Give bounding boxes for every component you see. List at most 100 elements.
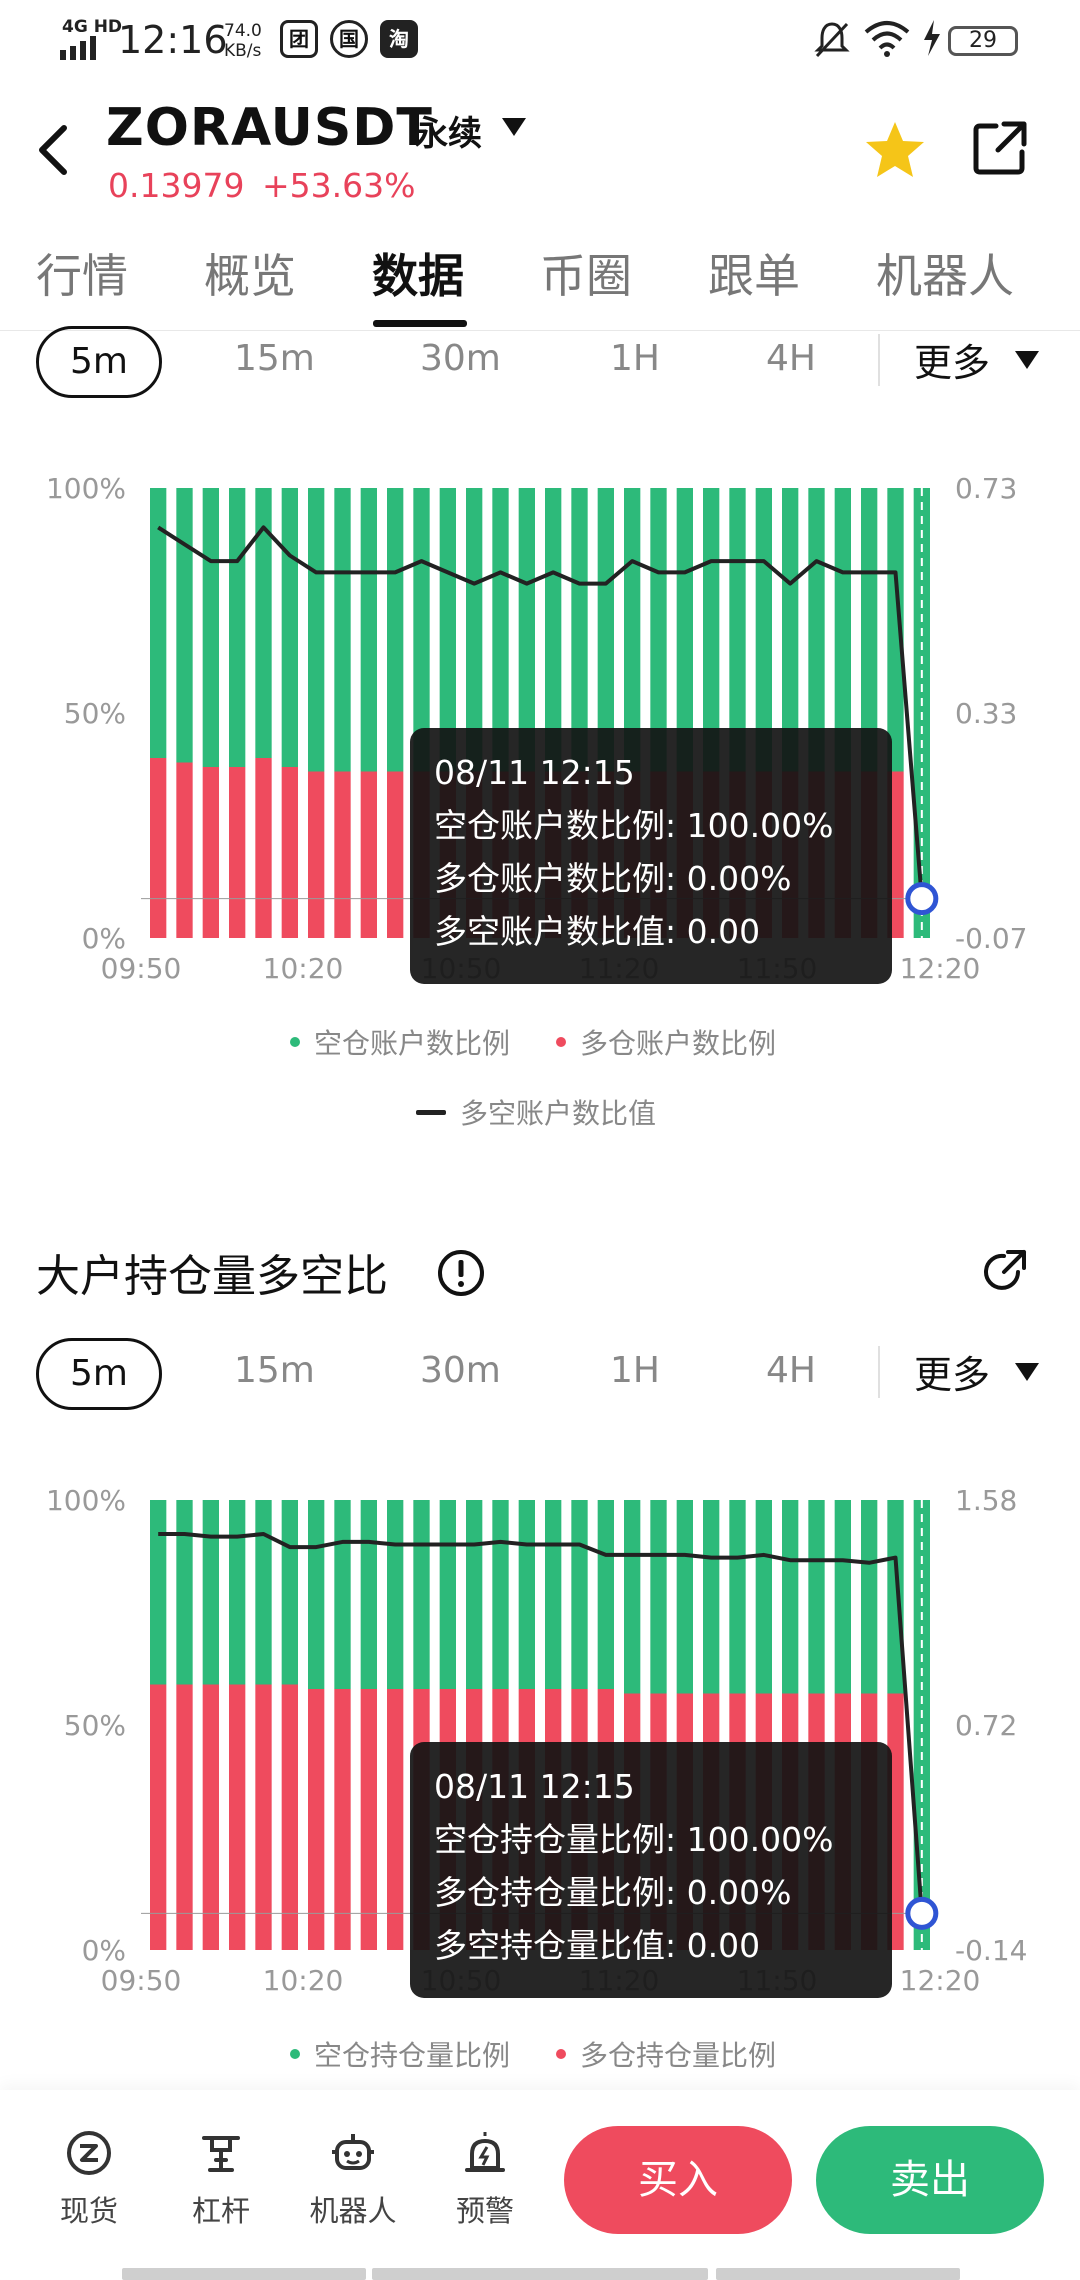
bar-long-ratio (360, 1689, 377, 1950)
bar-short-ratio (782, 1500, 799, 1694)
legend-item[interactable]: 空仓账户数比例 (290, 1022, 510, 1062)
bar-short-ratio (439, 1500, 456, 1689)
tab-coin-circle[interactable]: 币圈 (540, 240, 632, 306)
interval-more[interactable]: 更多 (914, 1344, 990, 1399)
y-axis-tick-label: 100% (46, 1484, 126, 1517)
legend-item[interactable]: 空仓持仓量比例 (290, 2034, 510, 2074)
sell-button[interactable]: 卖出 (816, 2126, 1044, 2234)
chart-tooltip: 08/11 12:15 空仓账户数比例: 100.00% 多仓账户数比例: 0.… (410, 728, 892, 984)
y2-axis-tick-label: 0.73 (955, 472, 1017, 505)
app-notif-icon: 团 (280, 20, 318, 58)
nav-alert[interactable]: 预警 (430, 2130, 540, 2230)
bar-long-ratio (387, 1689, 404, 1950)
spot-icon (67, 2131, 111, 2175)
bar-long-ratio (176, 762, 193, 938)
y2-axis-tick-label: -0.07 (955, 922, 1027, 955)
mute-bell-icon (814, 22, 850, 58)
bar-long-ratio (281, 1684, 298, 1950)
interval-4h[interactable]: 4H (766, 338, 816, 379)
bar-short-ratio (703, 1500, 720, 1694)
status-bar: 4G HD 12:16 74.0 KB/s 团 国 淘 29 (0, 0, 1080, 80)
share-icon[interactable] (972, 120, 1028, 176)
tab-overview[interactable]: 概览 (204, 240, 296, 306)
y-axis-tick-label: 50% (64, 697, 126, 730)
favorite-star-icon[interactable] (864, 120, 926, 180)
interval-30m[interactable]: 30m (420, 338, 501, 379)
battery-indicator: 29 (948, 26, 1018, 56)
bar-long-ratio (334, 771, 351, 938)
chevron-down-icon[interactable] (500, 116, 528, 138)
chart-tooltip: 08/11 12:15 空仓持仓量比例: 100.00% 多仓持仓量比例: 0.… (410, 1742, 892, 1998)
tab-copy-trade[interactable]: 跟单 (708, 240, 800, 306)
section-title: 大户持仓量多空比 (36, 1251, 388, 1302)
tab-market[interactable]: 行情 (36, 240, 128, 306)
interval-5m[interactable]: 5m (36, 326, 162, 398)
selected-point-marker (905, 882, 939, 916)
tooltip-time: 08/11 12:15 (434, 1767, 635, 1806)
interval-4h[interactable]: 4H (766, 1350, 816, 1391)
symbol-title[interactable]: ZORAUSDT (106, 98, 433, 158)
legend-label: 多仓持仓量比例 (580, 2039, 777, 2072)
last-price: 0.13979 (108, 166, 245, 205)
legend-line-swatch (416, 1109, 446, 1115)
buy-button[interactable]: 买入 (564, 2126, 792, 2234)
bar-short-ratio (887, 1500, 904, 1694)
bar-long-ratio (255, 1684, 272, 1950)
bar-short-ratio (255, 1500, 272, 1685)
bar-long-ratio (255, 758, 272, 938)
bar-long-ratio (229, 767, 246, 938)
bar-short-ratio (571, 1500, 588, 1689)
selected-point-marker (905, 1896, 939, 1930)
network-indicator: 4G HD (62, 17, 123, 37)
interval-5m[interactable]: 5m (36, 1338, 162, 1410)
open-external-icon[interactable] (980, 1248, 1028, 1296)
legend-item[interactable]: 多仓持仓量比例 (556, 2034, 776, 2074)
tab-robot[interactable]: 机器人 (876, 240, 1014, 306)
interval-30m[interactable]: 30m (420, 1350, 501, 1391)
interval-1h[interactable]: 1H (610, 338, 660, 379)
y2-axis-tick-label: 1.58 (955, 1484, 1017, 1517)
y-axis-tick-label: 0% (82, 922, 126, 955)
separator (878, 1346, 880, 1398)
bar-short-ratio (202, 1500, 219, 1685)
legend-dot-green (290, 1037, 300, 1047)
interval-15m[interactable]: 15m (234, 338, 315, 379)
bar-short-ratio (597, 1500, 614, 1689)
bar-short-ratio (861, 1500, 878, 1694)
bar-long-ratio (150, 1684, 167, 1950)
tooltip-long-short-ratio: 多空账户数比值: 0.00 (434, 912, 761, 951)
nav-leverage[interactable]: 杠杆 (166, 2130, 276, 2230)
nav-spot[interactable]: 现货 (34, 2130, 144, 2230)
tooltip-long-ratio: 多仓账户数比例: 0.00% (434, 859, 792, 898)
x-axis-tick-label: 10:20 (263, 952, 344, 985)
info-icon[interactable] (436, 1248, 486, 1298)
bar-short-ratio (518, 1500, 535, 1689)
y-axis-tick-label: 0% (82, 1934, 126, 1967)
bar-short-ratio (492, 1500, 509, 1689)
interval-more[interactable]: 更多 (914, 332, 990, 387)
nav-label: 机器人 (309, 2194, 397, 2228)
interval-1h[interactable]: 1H (610, 1350, 660, 1391)
chevron-down-icon[interactable] (1014, 350, 1040, 370)
y-axis-tick-label: 100% (46, 472, 126, 505)
bar-long-ratio (202, 1684, 219, 1950)
net-speed-unit: KB/s (224, 41, 262, 61)
bar-short-ratio (413, 1500, 430, 1689)
app-notif-icon: 国 (330, 20, 368, 58)
interval-15m[interactable]: 15m (234, 1350, 315, 1391)
back-arrow-icon[interactable] (32, 120, 76, 180)
bar-long-ratio (281, 767, 298, 938)
tab-data[interactable]: 数据 (372, 240, 464, 306)
bar-short-ratio (334, 1500, 351, 1689)
bar-short-ratio (360, 488, 377, 772)
legend-item[interactable]: 多空账户数比值 (416, 1092, 656, 1132)
legend-item[interactable]: 多仓账户数比例 (556, 1022, 776, 1062)
y2-axis-tick-label: 0.72 (955, 1709, 1017, 1742)
contract-type[interactable]: 永续 (414, 106, 482, 155)
chevron-down-icon[interactable] (1014, 1362, 1040, 1382)
nav-robot[interactable]: 机器人 (298, 2130, 408, 2230)
bar-short-ratio (308, 1500, 325, 1689)
tooltip-long-short-ratio: 多空持仓量比值: 0.00 (434, 1926, 761, 1965)
x-axis-tick-label: 09:50 (101, 952, 182, 985)
bar-short-ratio (281, 1500, 298, 1685)
